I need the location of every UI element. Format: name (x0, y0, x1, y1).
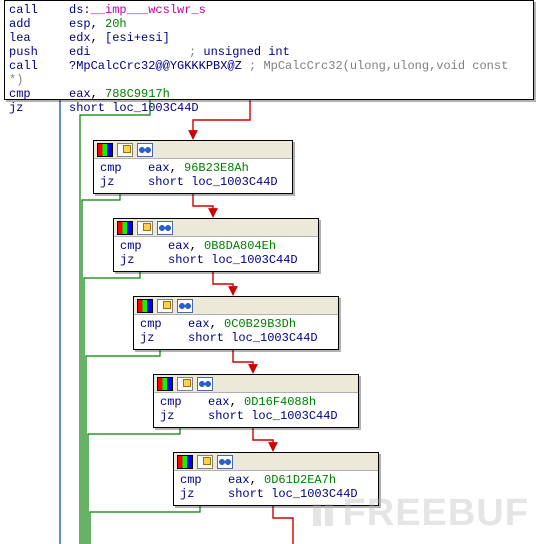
document-icon[interactable] (157, 299, 173, 313)
node-body: cmpeax, 96B23E8Ah jzshort loc_1003C44D (94, 159, 292, 193)
palette-icon[interactable] (137, 299, 153, 313)
node-titlebar (114, 219, 318, 237)
document-icon[interactable] (117, 143, 133, 157)
palette-icon[interactable] (97, 143, 113, 157)
graph-icon[interactable] (177, 299, 193, 313)
document-icon[interactable] (137, 221, 153, 235)
graph-icon[interactable] (137, 143, 153, 157)
node-body: cmpeax, 0D61D2EA7h jzshort loc_1003C44D (174, 471, 378, 505)
palette-icon[interactable] (117, 221, 133, 235)
node-titlebar (174, 453, 378, 471)
document-icon[interactable] (177, 377, 193, 391)
cfg-node[interactable]: cmpeax, 0B8DA804Eh jzshort loc_1003C44D (113, 218, 319, 272)
graph-icon[interactable] (197, 377, 213, 391)
node-body: cmpeax, 0C0B29B3Dh jzshort loc_1003C44D (134, 315, 338, 349)
palette-icon[interactable] (157, 377, 173, 391)
cfg-node[interactable]: cmpeax, 96B23E8Ah jzshort loc_1003C44D (93, 140, 293, 194)
node-titlebar (134, 297, 338, 315)
cfg-node[interactable]: cmpeax, 0C0B29B3Dh jzshort loc_1003C44D (133, 296, 339, 350)
graph-icon[interactable] (217, 455, 233, 469)
cfg-node[interactable]: cmpeax, 0D61D2EA7h jzshort loc_1003C44D (173, 452, 379, 506)
node-titlebar (154, 375, 358, 393)
node-titlebar (94, 141, 292, 159)
document-icon[interactable] (197, 455, 213, 469)
node-body: cmpeax, 0D16F4088h jzshort loc_1003C44D (154, 393, 358, 427)
node-body: cmpeax, 0B8DA804Eh jzshort loc_1003C44D (114, 237, 318, 271)
top-disasm-block: callds:__imp___wcslwr_s addesp, 20h leae… (4, 0, 534, 100)
cfg-node[interactable]: cmpeax, 0D16F4088h jzshort loc_1003C44D (153, 374, 359, 428)
palette-icon[interactable] (177, 455, 193, 469)
graph-icon[interactable] (157, 221, 173, 235)
